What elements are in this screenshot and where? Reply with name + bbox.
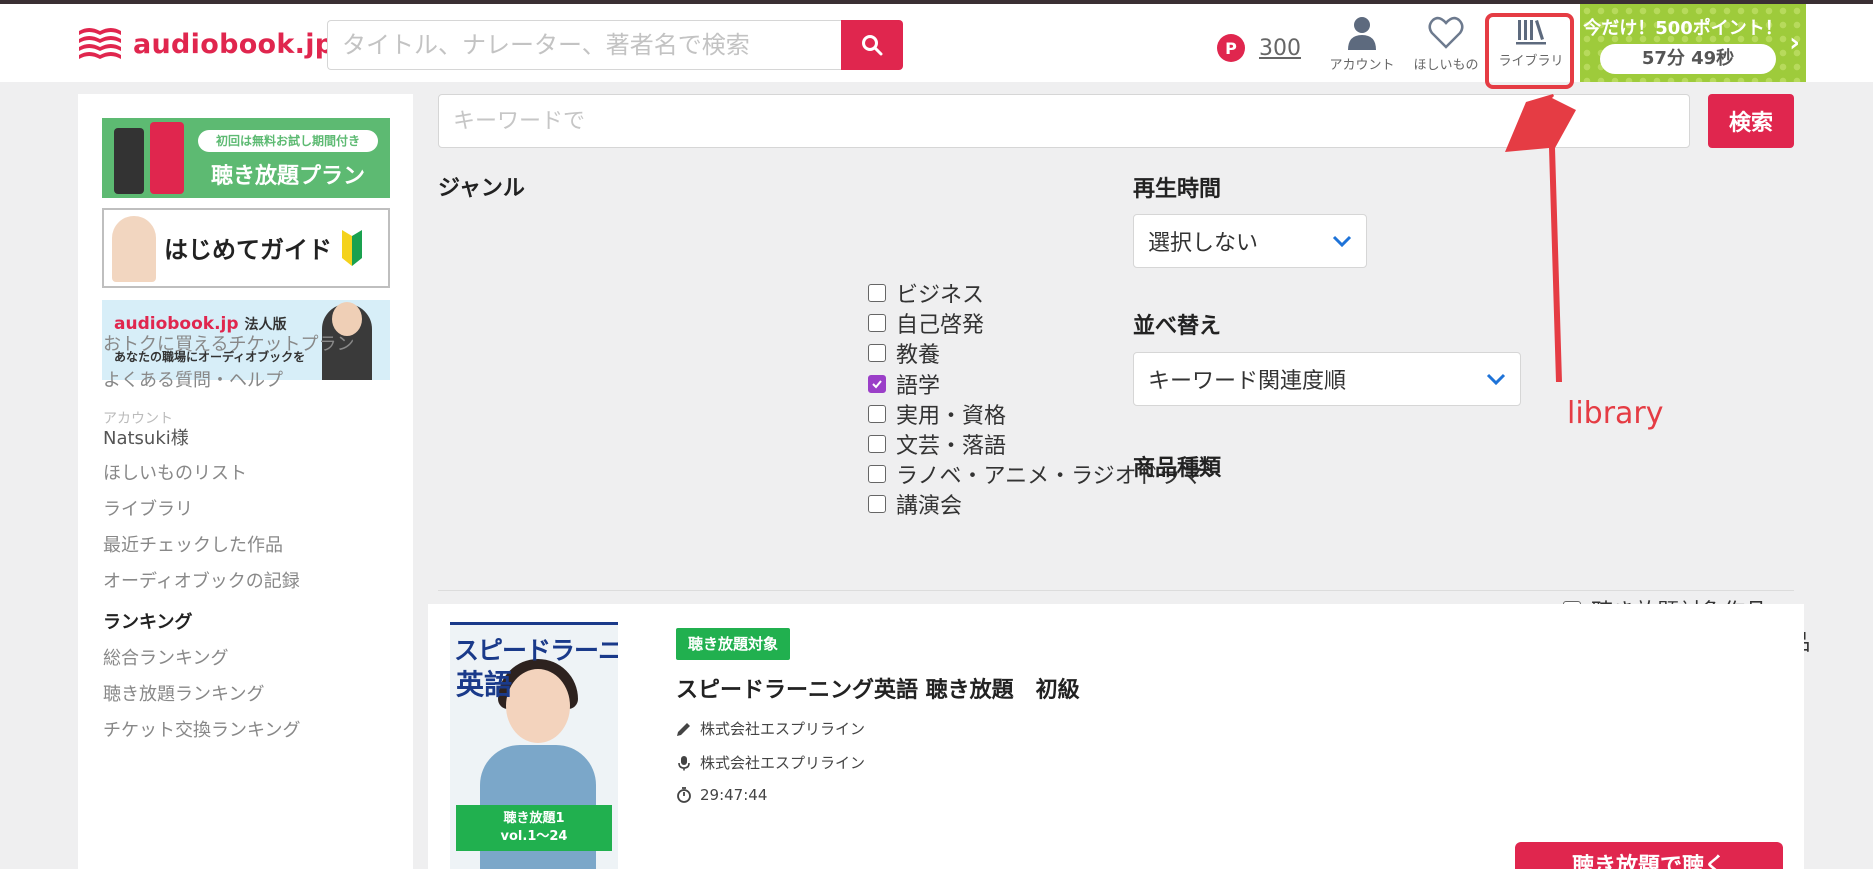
promo-banner[interactable]: 今だけ！500ポイント！ 57分 49秒 ›: [1580, 4, 1806, 82]
user-name: Natsuki様: [103, 428, 189, 449]
header-search-button[interactable]: [841, 20, 903, 70]
site-logo[interactable]: audiobook.jp: [77, 22, 334, 66]
promo-timer: 57分 49秒: [1600, 44, 1776, 74]
result-duration-value: 29:47:44: [700, 786, 768, 804]
result-author: 株式会社エスプリライン: [676, 718, 865, 739]
banner-unlimited-plan[interactable]: 初回は無料お試し期間付き 聴き放題プラン: [102, 118, 390, 198]
checkbox-icon[interactable]: [868, 314, 886, 333]
phone-illustration: [150, 122, 184, 194]
user-icon: [1348, 17, 1376, 50]
result-narrator-name[interactable]: 株式会社エスプリライン: [700, 752, 865, 773]
banner-beginner-guide[interactable]: はじめてガイド: [102, 208, 390, 288]
stopwatch-icon: [677, 787, 691, 803]
genre-option[interactable]: 実用・資格: [868, 398, 1006, 430]
ranking-heading: ランキング: [103, 612, 193, 633]
genre-option-label: 文芸・落語: [896, 434, 1007, 459]
header-search: [327, 20, 903, 70]
cover-figure-head: [506, 669, 570, 743]
chevron-down-icon: [1486, 373, 1506, 385]
microphone-icon: [678, 755, 690, 770]
checkbox-icon[interactable]: [868, 344, 886, 363]
checkbox-icon[interactable]: [868, 284, 886, 302]
link-faq-help[interactable]: よくある質問・ヘルプ: [103, 366, 283, 392]
banner-plan-text: 聴き放題プラン: [210, 164, 365, 189]
link-wishlist[interactable]: ほしいものリスト: [103, 459, 247, 485]
cover-band: 聴き放題1 vol.1〜24: [456, 805, 612, 851]
duration-select-value: 選択しない: [1148, 231, 1259, 256]
genre-option-label: ビジネス: [896, 283, 985, 308]
cover-title-line2: 英語: [456, 668, 513, 701]
main-content: 検索 ジャンル ビジネス自己啓発教養語学実用・資格文芸・落語ラノベ・アニメ・ラジ…: [428, 94, 1810, 869]
person-illustration: [112, 216, 156, 282]
checkbox-icon[interactable]: [868, 495, 886, 514]
nav-wishlist-label: ほしいもの: [1413, 58, 1479, 73]
genre-option-label: 講演会: [896, 494, 963, 520]
beginner-mark-icon: [342, 230, 362, 266]
nav-account-label: アカウント: [1329, 58, 1395, 73]
points-icon: P: [1217, 34, 1245, 62]
points-display[interactable]: P 300: [1217, 34, 1301, 62]
checkbox-icon[interactable]: [868, 404, 886, 423]
result-title[interactable]: スピードラーニング英語 聴き放題 初級: [676, 672, 1080, 704]
genre-option-label: 教養: [896, 343, 941, 369]
promo-title: 今だけ！500ポイント！: [1583, 18, 1783, 39]
genre-option[interactable]: 教養: [868, 337, 940, 369]
banner-guide-text: はじめてガイド: [164, 236, 332, 264]
link-ticket-ranking[interactable]: チケット交換ランキング: [103, 716, 300, 742]
sort-select[interactable]: キーワード関連度順: [1133, 352, 1521, 406]
sort-title: 並べ替え: [1133, 314, 1222, 339]
genre-option-label: 語学: [896, 373, 941, 399]
result-author-name[interactable]: 株式会社エスプリライン: [700, 718, 865, 739]
cover-title-line1: スピードラーニング: [454, 636, 618, 665]
checkbox-checked-icon[interactable]: [868, 374, 886, 393]
type-title: 商品種類: [1133, 456, 1222, 481]
cover-band-line1: 聴き放題1: [503, 811, 565, 826]
listen-unlimited-button[interactable]: 聴き放題で聴く: [1515, 842, 1783, 869]
unlimited-badge: 聴き放題対象: [676, 628, 791, 660]
keyword-search-button[interactable]: 検索: [1708, 94, 1794, 148]
section-divider: [438, 590, 1794, 591]
heart-icon: [1428, 16, 1464, 49]
search-result-item[interactable]: スピードラーニング 英語 聴き放題1 vol.1〜24 聴き放題対象 スピードラ…: [428, 604, 1804, 869]
points-value[interactable]: 300: [1259, 36, 1301, 61]
result-narrator: 株式会社エスプリライン: [676, 752, 865, 773]
nav-account[interactable]: アカウント: [1322, 16, 1402, 73]
pencil-icon: [677, 722, 690, 736]
genre-option[interactable]: ビジネス: [868, 277, 984, 309]
checkbox-icon[interactable]: [868, 465, 886, 484]
header-search-input[interactable]: [327, 20, 842, 70]
annotation-label: library: [1567, 396, 1664, 431]
link-unlimited-ranking[interactable]: 聴き放題ランキング: [103, 680, 264, 706]
book-logo-icon: [79, 28, 121, 59]
logo-text: audiobook.jp: [133, 28, 335, 60]
checkbox-icon[interactable]: [868, 435, 886, 453]
keyword-input[interactable]: [438, 94, 1690, 148]
banner-plan-pill: 初回は無料お試し期間付き: [198, 130, 378, 152]
search-icon: [862, 35, 883, 56]
genre-option[interactable]: 講演会: [868, 488, 962, 520]
genre-option[interactable]: 語学: [868, 368, 940, 400]
cover-band-line2: vol.1〜24: [500, 829, 568, 844]
sidebar: 初回は無料お試し期間付き 聴き放題プラン はじめてガイド audiobook.j…: [78, 94, 413, 869]
duration-title: 再生時間: [1133, 177, 1222, 202]
result-cover-image[interactable]: スピードラーニング 英語 聴き放題1 vol.1〜24: [450, 622, 618, 869]
nav-wishlist[interactable]: ほしいもの: [1406, 16, 1486, 73]
duration-select[interactable]: 選択しない: [1133, 214, 1367, 268]
genre-option[interactable]: 自己啓発: [868, 307, 984, 339]
link-overall-ranking[interactable]: 総合ランキング: [103, 644, 228, 670]
chevron-right-icon: ›: [1789, 28, 1800, 58]
link-recently-viewed[interactable]: 最近チェックした作品: [103, 531, 283, 557]
library-highlight-box: [1485, 13, 1574, 89]
genre-option-label: 実用・資格: [896, 403, 1007, 429]
genre-option-label: 自己啓発: [896, 313, 985, 339]
chevron-down-icon: [1332, 235, 1352, 247]
genre-option[interactable]: 文芸・落語: [868, 428, 1006, 460]
link-listening-record[interactable]: オーディオブックの記録: [103, 567, 300, 593]
phone-illustration: [114, 128, 144, 194]
sort-select-value: キーワード関連度順: [1148, 369, 1347, 394]
link-library[interactable]: ライブラリ: [103, 495, 193, 521]
result-duration: 29:47:44: [676, 786, 767, 804]
link-ticket-plan[interactable]: おトクに買えるチケットプラン: [103, 330, 354, 356]
genre-title: ジャンル: [438, 176, 525, 201]
